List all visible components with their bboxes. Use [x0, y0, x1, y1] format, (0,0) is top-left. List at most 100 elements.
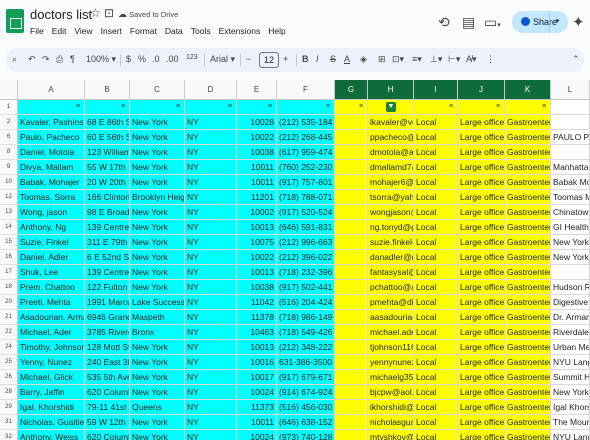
cell-l-row-17[interactable] — [551, 265, 590, 280]
gemini-icon[interactable]: ✦ — [572, 13, 585, 31]
cell-k-row-17[interactable]: Gastroenterol — [505, 265, 551, 280]
sheets-logo-icon[interactable] — [6, 9, 24, 33]
row-header[interactable]: 32 — [0, 430, 18, 440]
cell-f-row-16[interactable]: (212) 396-022 — [277, 250, 335, 265]
cell-f-row-6[interactable]: (212) 268-445 — [277, 130, 335, 145]
cell-l-row-20[interactable]: Digestive D — [551, 295, 590, 310]
cell-d-row-15[interactable]: NY — [185, 235, 237, 250]
horizontal-align-icon[interactable]: ≡▾ — [412, 54, 422, 65]
decrease-font-size-button[interactable]: − — [246, 54, 251, 64]
cell-e-row-10[interactable]: 10011 — [237, 175, 277, 190]
increase-font-size-button[interactable]: + — [283, 54, 288, 64]
cell-e-row-2[interactable]: 10028 — [237, 115, 277, 130]
cell-h-row-6[interactable]: ppacheco@b — [368, 130, 414, 145]
cell-f-row-10[interactable]: (917) 757-601 — [277, 175, 335, 190]
cell-b-row-31[interactable]: 59 W 12th St — [85, 415, 130, 430]
cell-a-row-2[interactable]: Kavaler, Pashinsky — [18, 115, 85, 130]
row-header[interactable]: 26 — [0, 370, 18, 385]
filter-icon[interactable]: ≡ — [496, 100, 500, 114]
column-header-g[interactable]: G — [335, 80, 368, 100]
strikethrough-button[interactable]: S — [330, 54, 336, 64]
cell-f-row-22[interactable]: (718) 549-426 — [277, 325, 335, 340]
cell-l-row-32[interactable]: NYU Lango — [551, 430, 590, 440]
cell-k-row-15[interactable]: Gastroenterol — [505, 235, 551, 250]
text-color-button[interactable]: A — [344, 54, 350, 64]
cell-d-row-20[interactable]: NY — [185, 295, 237, 310]
cell-e-row-9[interactable]: 10011 — [237, 160, 277, 175]
cell-d-row-17[interactable]: NY — [185, 265, 237, 280]
fill-color-icon[interactable]: ◈ — [360, 54, 367, 65]
cell-i-row-6[interactable]: Local — [414, 130, 458, 145]
cell-h-row-28[interactable]: bjcpw@aol.cc — [368, 385, 414, 400]
cell-j-row-14[interactable]: Large office - — [458, 220, 505, 235]
cell-g-row-20[interactable] — [335, 295, 368, 310]
menu-item-data[interactable]: Data — [165, 26, 183, 36]
cell-h-row-32[interactable]: mtyshkov@ac — [368, 430, 414, 440]
cell-k-row-18[interactable]: Gastroenterol — [505, 280, 551, 295]
cell-d-row-29[interactable]: NY — [185, 400, 237, 415]
cell-f-row-9[interactable]: (760) 252-230 — [277, 160, 335, 175]
cell-k-row-2[interactable]: Gastroenterol — [505, 115, 551, 130]
cell-g-row-15[interactable] — [335, 235, 368, 250]
cell-a-row-10[interactable]: Babak, Mohajer — [18, 175, 85, 190]
cell-b-row-12[interactable]: 166 Clinton S — [85, 190, 130, 205]
row-header[interactable]: 29 — [0, 400, 18, 415]
cell-b-row-13[interactable]: 98 E Broadwa — [85, 205, 130, 220]
column-header-h[interactable]: H — [368, 80, 414, 100]
cell-i-row-12[interactable]: Local — [414, 190, 458, 205]
filter-icon[interactable]: ≡ — [326, 100, 330, 114]
cell-k-row-9[interactable]: Gastroenterol — [505, 160, 551, 175]
cell-h-row-15[interactable]: suzie.finkel@ — [368, 235, 414, 250]
row-header[interactable]: 16 — [0, 250, 18, 265]
cell-b-row-18[interactable]: 122 Fulton St — [85, 280, 130, 295]
cell-c-row-10[interactable]: New York — [130, 175, 185, 190]
cell-c-row-29[interactable]: Queens — [130, 400, 185, 415]
menu-item-format[interactable]: Format — [130, 26, 157, 36]
cell-h-row-18[interactable]: pchattoo@ao — [368, 280, 414, 295]
cell-g-row-10[interactable] — [335, 175, 368, 190]
cell-g-row-32[interactable] — [335, 430, 368, 440]
text-wrapping-icon[interactable]: ⊢▾ — [448, 54, 460, 65]
cell-d-row-32[interactable]: NY — [185, 430, 237, 440]
font-select[interactable]: Arial ▾ — [210, 54, 235, 65]
cell-d-row-6[interactable]: NY — [185, 130, 237, 145]
cell-k-row-24[interactable]: Gastroenterol — [505, 340, 551, 355]
cell-d-row-21[interactable]: NY — [185, 310, 237, 325]
cell-e-row-15[interactable]: 10075 — [237, 235, 277, 250]
cell-e-row-25[interactable]: 10016 — [237, 355, 277, 370]
cell-d-row-14[interactable]: NY — [185, 220, 237, 235]
cell-h-row-21[interactable]: aasadouria@ — [368, 310, 414, 325]
cell-d-row-26[interactable]: NY — [185, 370, 237, 385]
column-header-l[interactable]: L — [551, 80, 590, 100]
cell-a-row-13[interactable]: Wong, jason — [18, 205, 85, 220]
cell-g-row-26[interactable] — [335, 370, 368, 385]
cell-a-row-14[interactable]: Anthony, Ng — [18, 220, 85, 235]
undo-icon[interactable]: ↶ — [28, 54, 36, 65]
cell-j-row-13[interactable]: Large office - — [458, 205, 505, 220]
cell-g-row-17[interactable] — [335, 265, 368, 280]
cell-f-row-12[interactable]: (718) 788-071 — [277, 190, 335, 205]
cell-k-row-22[interactable]: Gastroenterol — [505, 325, 551, 340]
star-icon[interactable]: ☆ — [90, 6, 101, 20]
cell-e-row-13[interactable]: 10002 — [237, 205, 277, 220]
cell-j-row-17[interactable]: Large office - — [458, 265, 505, 280]
column-header-a[interactable]: A — [18, 80, 85, 100]
cell-h-row-31[interactable]: nicholasguatti — [368, 415, 414, 430]
cell-i-row-9[interactable]: Local — [414, 160, 458, 175]
cell-h-row-10[interactable]: mohajer6@ac — [368, 175, 414, 190]
cell-c-row-24[interactable]: New York — [130, 340, 185, 355]
cell-c-row-15[interactable]: New York — [130, 235, 185, 250]
cell-c-row-6[interactable]: New York — [130, 130, 185, 145]
cell-b-row-24[interactable]: 128 Mott St S — [85, 340, 130, 355]
cell-d-row-10[interactable]: NY — [185, 175, 237, 190]
cell-b-row-8[interactable]: 123 William St — [85, 145, 130, 160]
cell-g-row-2[interactable] — [335, 115, 368, 130]
cell-a-row-28[interactable]: Barry, Jaffin — [18, 385, 85, 400]
filter-icon[interactable]: ≡ — [228, 100, 232, 114]
cell-i-row-21[interactable]: Local — [414, 310, 458, 325]
borders-icon[interactable]: ⊞ — [378, 54, 386, 65]
cell-d-row-12[interactable]: NY — [185, 190, 237, 205]
move-folder-icon[interactable]: ⊡ — [104, 6, 114, 20]
cell-j-row-28[interactable]: Large office - — [458, 385, 505, 400]
print-icon[interactable]: ⎙ — [56, 54, 63, 65]
